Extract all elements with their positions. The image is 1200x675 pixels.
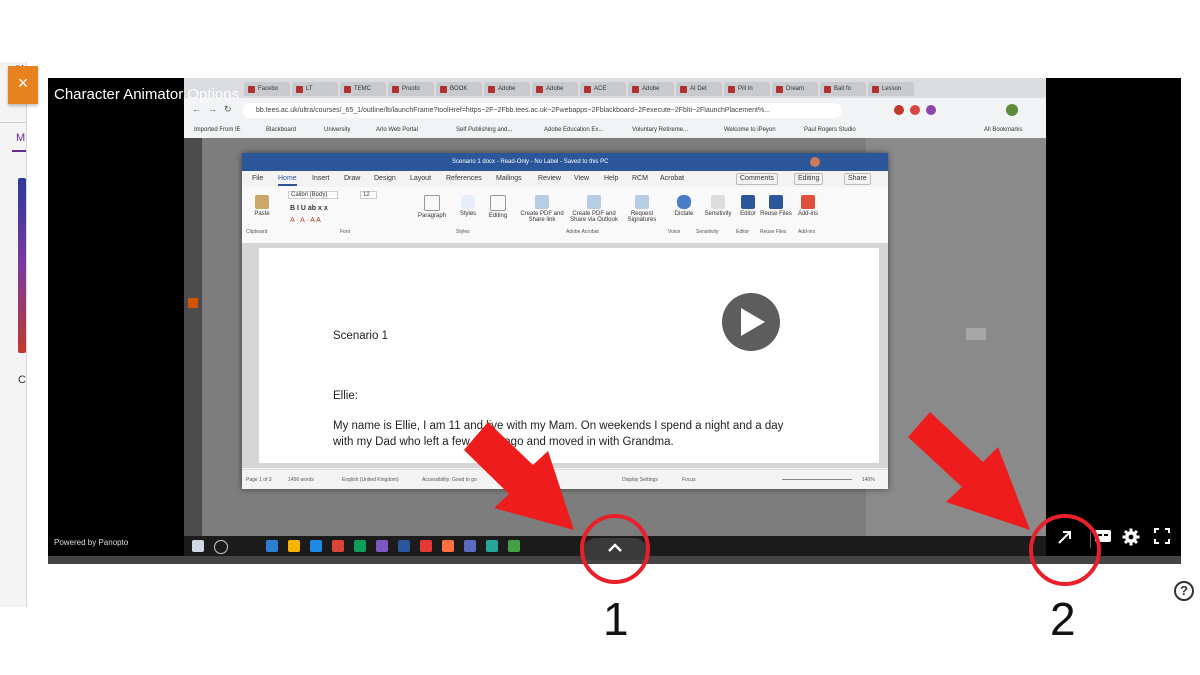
- callout-number-2: 2: [1050, 593, 1076, 645]
- help-icon[interactable]: ?: [1174, 581, 1194, 601]
- callout-number-1: 1: [603, 593, 629, 645]
- highlight-ring-1: [580, 514, 650, 584]
- red-arrow-2: [908, 412, 1030, 530]
- highlight-ring-2: [1029, 514, 1101, 586]
- red-arrow-1: [464, 422, 574, 530]
